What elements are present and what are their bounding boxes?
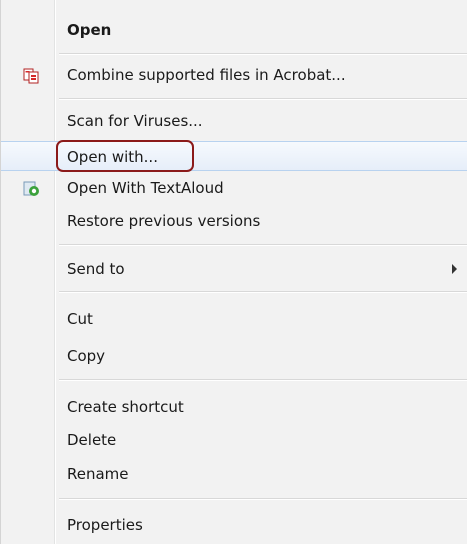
- menu-item-copy[interactable]: Copy: [1, 341, 467, 371]
- submenu-arrow-icon: [452, 264, 457, 274]
- menu-separator: [59, 498, 467, 500]
- menu-item-combine-acrobat[interactable]: Combine supported files in Acrobat...: [1, 60, 467, 90]
- menu-item-label: Restore previous versions: [67, 212, 261, 230]
- menu-item-label: Cut: [67, 310, 93, 328]
- menu-item-create-shortcut[interactable]: Create shortcut: [1, 392, 467, 422]
- menu-item-label: Rename: [67, 465, 129, 483]
- menu-item-label: Copy: [67, 347, 106, 365]
- menu-item-rename[interactable]: Rename: [1, 459, 467, 489]
- menu-item-restore-previous-versions[interactable]: Restore previous versions: [1, 206, 467, 236]
- menu-item-open[interactable]: Open: [1, 15, 467, 45]
- menu-separator: [59, 244, 467, 246]
- menu-item-label: Combine supported files in Acrobat...: [67, 66, 346, 84]
- menu-item-delete[interactable]: Delete: [1, 425, 467, 455]
- menu-item-label: Open With TextAloud: [67, 179, 224, 197]
- menu-item-label: Create shortcut: [67, 398, 184, 416]
- menu-item-cut[interactable]: Cut: [1, 304, 467, 334]
- menu-item-send-to[interactable]: Send to: [1, 254, 467, 284]
- menu-item-scan-viruses[interactable]: Scan for Viruses...: [1, 106, 467, 136]
- menu-separator: [59, 98, 467, 100]
- menu-item-label: Delete: [67, 431, 117, 449]
- context-menu: Open Combine supported files in Acrobat.…: [0, 0, 467, 544]
- menu-item-label: Send to: [67, 260, 125, 278]
- menu-item-label: Open: [67, 21, 112, 39]
- menu-item-label: Properties: [67, 516, 143, 534]
- annotation-highlight-outline: [56, 140, 194, 172]
- menu-separator: [59, 53, 467, 55]
- menu-item-open-with-textaloud[interactable]: Open With TextAloud: [1, 173, 467, 203]
- textaloud-icon: [23, 181, 39, 196]
- menu-separator: [59, 291, 467, 293]
- menu-item-label: Scan for Viruses...: [67, 112, 203, 130]
- menu-item-properties[interactable]: Properties: [1, 510, 467, 540]
- menu-separator: [59, 379, 467, 381]
- acrobat-combine-icon: [23, 68, 39, 84]
